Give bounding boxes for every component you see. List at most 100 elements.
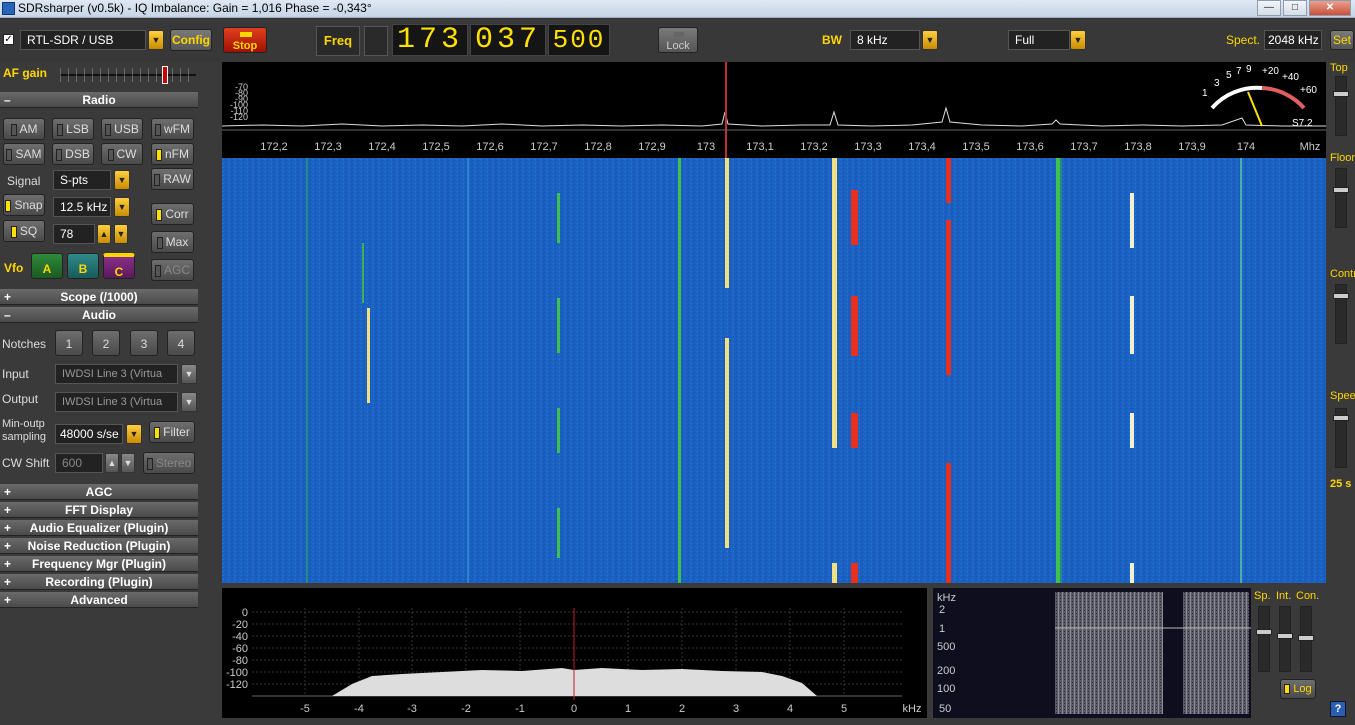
top-slider-knob[interactable] (1333, 91, 1349, 97)
output-dropdown-icon[interactable]: ▼ (181, 392, 197, 412)
cwshift-down-icon[interactable]: ▼ (121, 453, 135, 473)
close-button[interactable]: ✕ (1309, 0, 1351, 16)
sp-slider[interactable] (1256, 606, 1272, 672)
squelch-button[interactable]: SQ (3, 220, 45, 242)
audio-wf-tick: 200 (937, 665, 955, 677)
freq-tick: 172,7 (530, 141, 558, 153)
notch-3-button[interactable]: 3 (130, 330, 158, 356)
freq-blank-digit (364, 26, 388, 56)
top-slider[interactable] (1333, 76, 1349, 136)
freq-mhz-digits[interactable]: 173 (392, 24, 468, 56)
con-slider[interactable] (1298, 606, 1314, 672)
audio-wf-tick: 2 (939, 604, 945, 616)
raw-button[interactable]: RAW (151, 168, 194, 190)
mode-sam-button[interactable]: SAM (3, 143, 45, 165)
squelch-level-input[interactable]: 78 (53, 224, 95, 244)
sampling-dropdown-icon[interactable]: ▼ (126, 424, 142, 444)
bw-select[interactable]: 8 kHz (850, 30, 920, 50)
snap-dropdown-icon[interactable]: ▼ (114, 197, 130, 217)
audio-wf-tick: 1 (939, 623, 945, 635)
vfo-b-button[interactable]: B (67, 253, 99, 279)
floor-slider-knob[interactable] (1333, 187, 1349, 193)
scope-section-header[interactable]: + Scope (/1000) (0, 289, 198, 305)
audio-waterfall[interactable]: kHz 2 1 500 200 100 50 (933, 588, 1251, 718)
vfo-a-button[interactable]: A (31, 253, 63, 279)
sampling-select[interactable]: 48000 s/se (55, 424, 123, 444)
scope-y-axis: 0 -20 -40 -60 -80 -100 -120 (226, 607, 248, 691)
mode-cw-button[interactable]: CW (101, 143, 143, 165)
mode-wfm-button[interactable]: wFM (151, 118, 194, 140)
contrast-slider[interactable] (1333, 284, 1349, 344)
filter-button[interactable]: Filter (149, 421, 195, 443)
int-slider-knob[interactable] (1277, 633, 1293, 639)
af-gain-slider[interactable] (60, 66, 196, 84)
zoom-dropdown-icon[interactable]: ▼ (1070, 30, 1086, 50)
audio-scope[interactable]: 0 -20 -40 -60 -80 -100 -120 -5 -4 -3 -2 … (222, 588, 927, 718)
log-button[interactable]: Log (1280, 679, 1316, 699)
mode-nfm-button[interactable]: nFM (151, 143, 194, 165)
set-button[interactable]: Set (1330, 30, 1354, 50)
spect-span-select[interactable]: 2048 kHz (1264, 30, 1322, 50)
mode-lsb-button[interactable]: LSB (52, 118, 94, 140)
config-button[interactable]: Config (170, 29, 212, 51)
audio-section-header[interactable]: – Audio (0, 307, 198, 323)
recording-section-header[interactable]: + Recording (Plugin) (0, 574, 198, 590)
advanced-section-header[interactable]: + Advanced (0, 592, 198, 608)
stereo-button[interactable]: Stereo (143, 452, 195, 474)
notch-4-button[interactable]: 4 (167, 330, 195, 356)
mode-am-button[interactable]: AM (3, 118, 45, 140)
freq-khz-digits[interactable]: 037 (470, 24, 546, 56)
cwshift-up-icon[interactable]: ▲ (105, 453, 119, 473)
cwshift-input[interactable]: 600 (55, 453, 103, 473)
speed-slider[interactable] (1333, 408, 1349, 468)
device-enable-checkbox[interactable]: ✓ (3, 34, 14, 45)
signal-dropdown-icon[interactable]: ▼ (114, 170, 130, 190)
waterfall-display[interactable] (222, 158, 1326, 583)
help-icon[interactable]: ? (1330, 701, 1346, 717)
stop-button[interactable]: Stop (223, 27, 267, 53)
floor-slider[interactable] (1333, 168, 1349, 228)
agc-section-header[interactable]: + AGC (0, 484, 198, 500)
device-dropdown-icon[interactable]: ▼ (148, 30, 164, 50)
audio-equalizer-section-header[interactable]: + Audio Equalizer (Plugin) (0, 520, 198, 536)
max-button[interactable]: Max (151, 231, 194, 253)
speed-slider-knob[interactable] (1333, 415, 1349, 421)
notch-1-button[interactable]: 1 (55, 330, 83, 356)
minimize-button[interactable]: — (1257, 0, 1281, 16)
zoom-select[interactable]: Full (1008, 30, 1070, 50)
freq-hz-digits[interactable]: 500 (548, 24, 610, 56)
device-select[interactable]: RTL-SDR / USB (20, 30, 146, 50)
spectrum-display[interactable]: -70 -80 -90 -100 -110 -120 172,2 172,3 1… (221, 62, 1326, 158)
frequency-mgr-section-header[interactable]: + Frequency Mgr (Plugin) (0, 556, 198, 572)
vfo-c-button[interactable]: C (103, 253, 135, 279)
freq-tick: 172,8 (584, 141, 612, 153)
lock-label: Lock (666, 40, 690, 52)
noise-reduction-section-header[interactable]: + Noise Reduction (Plugin) (0, 538, 198, 554)
fft-display-section-header[interactable]: + FFT Display (0, 502, 198, 518)
lock-button[interactable]: Lock (658, 27, 698, 53)
radio-section-header[interactable]: – Radio (0, 92, 198, 108)
corr-button[interactable]: Corr (151, 203, 194, 225)
snap-step-select[interactable]: 12.5 kHz (53, 197, 111, 217)
contrast-slider-knob[interactable] (1333, 293, 1349, 299)
sp-slider-knob[interactable] (1256, 629, 1272, 635)
smeter-scale-label: 3 (1214, 78, 1220, 89)
squelch-up-icon[interactable]: ▲ (97, 224, 111, 244)
squelch-down-icon[interactable]: ▼ (114, 224, 128, 244)
signal-select[interactable]: S-pts (53, 170, 111, 190)
maximize-button[interactable]: □ (1283, 0, 1307, 16)
audio-output-select[interactable]: IWDSI Line 3 (Virtua (55, 392, 178, 412)
con-slider-knob[interactable] (1298, 635, 1314, 641)
notch-2-button[interactable]: 2 (92, 330, 120, 356)
scope-x-tick: -4 (354, 703, 364, 715)
af-gain-knob[interactable] (162, 66, 168, 84)
agc-toggle-button[interactable]: AGC (151, 259, 194, 281)
mode-usb-button[interactable]: USB (101, 118, 143, 140)
int-slider[interactable] (1277, 606, 1293, 672)
snap-button[interactable]: Snap (3, 194, 45, 216)
input-dropdown-icon[interactable]: ▼ (181, 364, 197, 384)
mode-dsb-button[interactable]: DSB (52, 143, 94, 165)
bw-dropdown-icon[interactable]: ▼ (922, 30, 938, 50)
speed-label: Speed (1330, 390, 1355, 402)
audio-input-select[interactable]: IWDSI Line 3 (Virtua (55, 364, 178, 384)
